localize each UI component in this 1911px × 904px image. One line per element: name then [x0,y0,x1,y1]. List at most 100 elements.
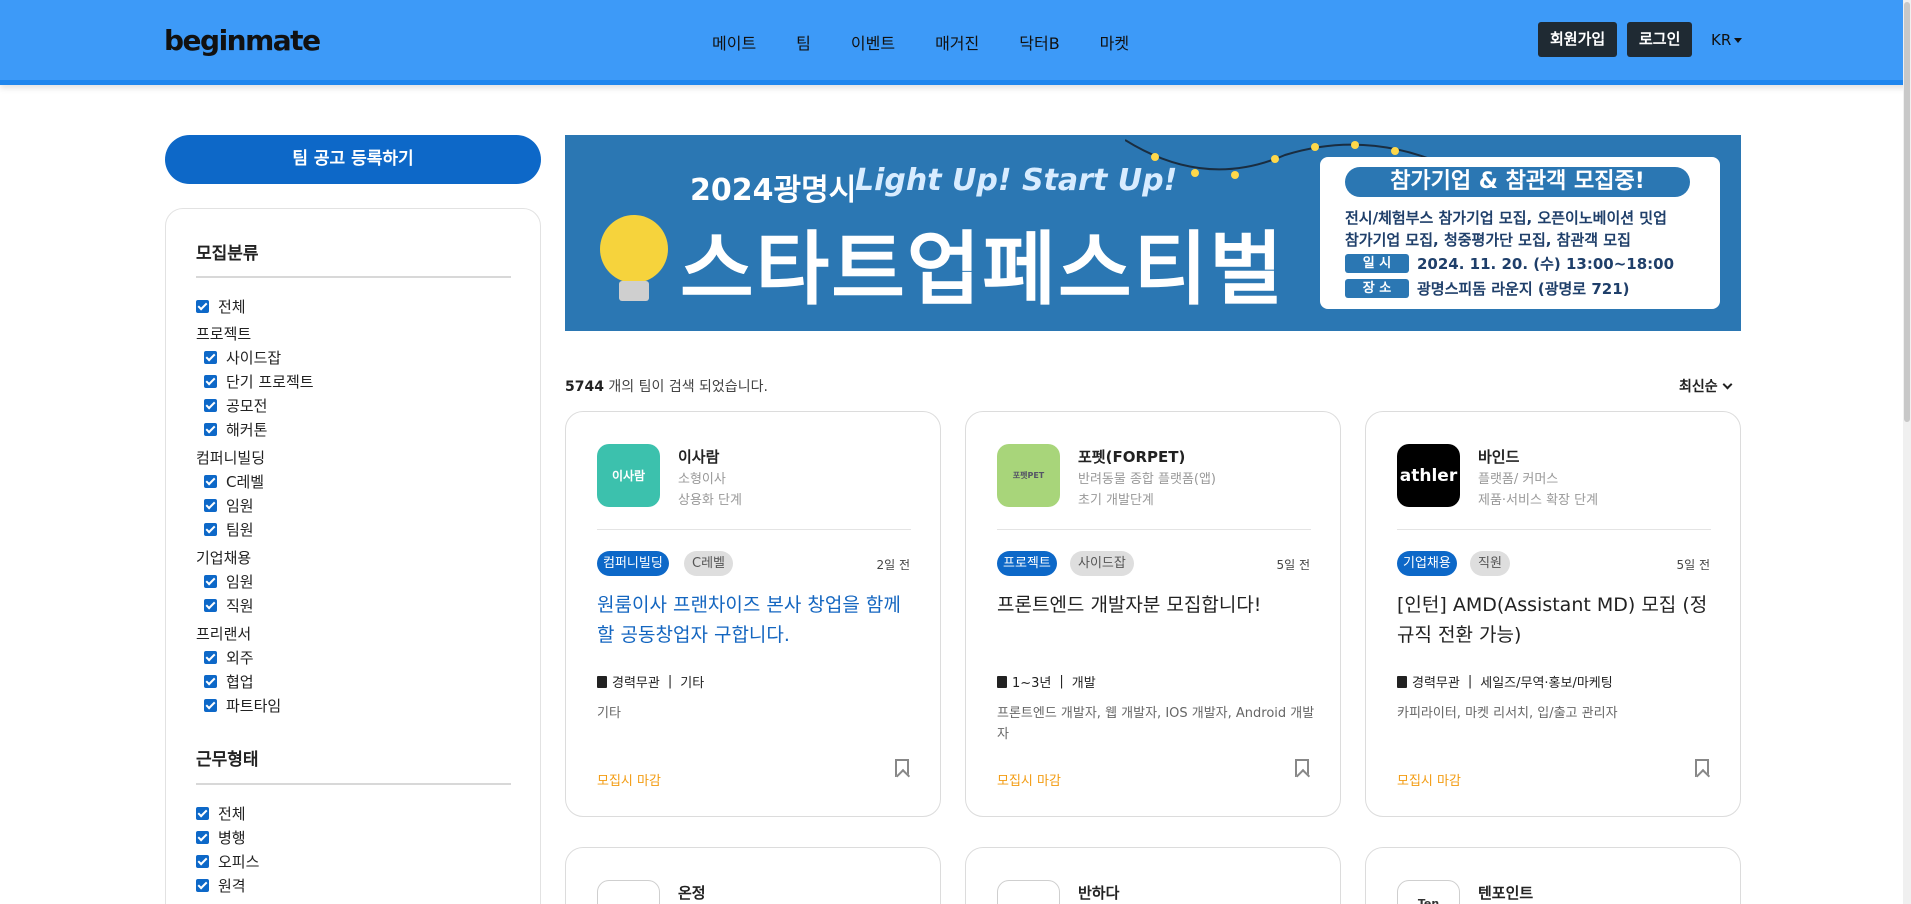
checkbox-icon[interactable] [196,855,209,868]
bookmark-icon[interactable] [1695,759,1709,777]
post-description: 카피라이터, 마켓 리서치, 입/출고 관리자 [1397,706,1618,721]
checkbox-contest[interactable]: 공모전 [204,395,267,416]
checkbox-outsourcing[interactable]: 외주 [204,647,254,668]
checkbox-parttime[interactable]: 파트타임 [204,695,281,716]
separator: | [1059,674,1064,689]
posted-date: 2일 전 [876,558,910,572]
checkbox-icon[interactable] [196,879,209,892]
team-card[interactable]: 이사람 이사람 소형이사 상용화 단계 컴퍼니빌딩 C레벨 2일 전 원룸이사 … [565,411,941,817]
post-meta: 경력무관 | 기타 [597,672,704,691]
nav-item-event[interactable]: 이벤트 [851,30,895,54]
job-field: 개발 [1071,676,1096,691]
bookmark-icon[interactable] [1295,759,1309,777]
checkbox-collaboration[interactable]: 협업 [204,671,254,692]
post-title[interactable]: [인턴] AMD(Assistant MD) 모집 (정규직 전환 가능) [1397,590,1715,650]
checkbox-icon[interactable] [204,523,217,536]
checkbox-icon[interactable] [204,375,217,388]
checkbox-short-project[interactable]: 단기 프로젝트 [204,371,314,392]
event-banner[interactable]: 2024광명시 Light Up! Start Up! 스타트업페스티벌 참가기… [565,135,1741,331]
checkbox-team-member[interactable]: 팀원 [204,519,254,540]
banner-info-box: 참가기업 & 참관객 모집중! 전시/체험부스 참가기업 모집, 오픈이노베이션… [1320,157,1720,309]
nav-item-team[interactable]: 팀 [796,30,811,54]
checkbox-label: 병행 [218,829,246,847]
checkbox-label: 직원 [226,597,254,615]
checkbox-icon[interactable] [204,475,217,488]
checkbox-icon[interactable] [204,675,217,688]
nav-item-market[interactable]: 마켓 [1100,30,1129,54]
checkbox-label: 파트타임 [226,697,282,715]
job-field: 세일즈/무역·홍보/마케팅 [1480,676,1613,691]
top-header: beginmate 메이트 팀 이벤트 매거진 닥터B 마켓 회원가입 로그인 … [0,0,1911,85]
divider [196,783,511,785]
team-card[interactable]: athler 바인드 플랫폼/ 커머스 제품·서비스 확장 단계 기업채용 직원… [1365,411,1741,817]
checkbox-work-all[interactable]: 전체 [196,803,246,824]
page-scrollbar[interactable] [1903,0,1911,904]
team-card[interactable]: 반하다 [965,847,1341,904]
sort-dropdown[interactable]: 최신순 [1679,376,1733,396]
checkbox-hackathon[interactable]: 해커톤 [204,419,267,440]
team-card[interactable]: Ten 텐포인트 [1365,847,1741,904]
team-card[interactable]: 포펫PET 포펫(FORPET) 반려동물 종합 플랫폼(앱) 초기 개발단계 … [965,411,1341,817]
nav-item-mate[interactable]: 메이트 [712,30,756,54]
team-card[interactable]: 온정 [565,847,941,904]
checkbox-parallel[interactable]: 병행 [196,827,246,848]
banner-place-tag: 장 소 [1345,279,1409,298]
work-filter-title: 근무형태 [196,750,259,770]
site-logo[interactable]: beginmate [164,24,321,57]
checkbox-office[interactable]: 오피스 [196,851,259,872]
login-button[interactable]: 로그인 [1627,22,1693,57]
scrollbar-thumb[interactable] [1904,2,1910,422]
experience: 경력무관 [612,676,660,691]
posted-date: 5일 전 [1276,558,1310,572]
divider [597,529,911,530]
checkbox-sidejob[interactable]: 사이드잡 [204,347,281,368]
nav-item-magazine[interactable]: 매거진 [935,30,979,54]
company-logo [997,880,1060,904]
signup-button[interactable]: 회원가입 [1538,22,1618,57]
book-icon [1397,675,1407,688]
checkbox-icon[interactable] [204,599,217,612]
post-title[interactable]: 프론트엔드 개발자분 모집합니다! [997,590,1315,620]
company-category: 플랫폼/ 커머스 [1478,472,1559,487]
checkbox-label: 해커톤 [226,421,268,439]
category-tag: 기업채용 [1397,551,1457,576]
checkbox-icon[interactable] [204,499,217,512]
deadline: 모집시 마감 [997,774,1061,789]
divider [1397,529,1711,530]
checkbox-executive[interactable]: 임원 [204,495,254,516]
bookmark-icon[interactable] [895,759,909,777]
banner-line-2: 참가기업 모집, 청중평가단 모집, 참관객 모집 [1345,231,1631,249]
checkbox-label: 외주 [226,649,254,667]
company-name: 포펫(FORPET) [1078,448,1186,466]
checkbox-icon[interactable] [204,575,217,588]
checkbox-icon[interactable] [204,651,217,664]
checkbox-icon[interactable] [196,300,209,313]
company-category: 소형이사 [678,472,726,487]
register-team-button[interactable]: 팀 공고 등록하기 [165,135,541,184]
checkbox-employee[interactable]: 직원 [204,595,254,616]
checkbox-c-level[interactable]: C레벨 [204,471,264,492]
post-title[interactable]: 원룸이사 프랜차이즈 본사 창업을 함께할 공동창업자 구합니다. [597,590,915,650]
checkbox-icon[interactable] [196,831,209,844]
checkbox-icon[interactable] [204,423,217,436]
experience: 1~3년 [1012,676,1052,691]
checkbox-icon[interactable] [204,699,217,712]
category-tag: 프로젝트 [997,551,1057,576]
company-name: 온정 [678,884,706,902]
checkbox-all[interactable]: 전체 [196,296,246,317]
nav-item-doctorb[interactable]: 닥터B [1019,30,1059,54]
checkbox-icon[interactable] [196,807,209,820]
category-tag: 컴퍼니빌딩 [597,551,669,576]
filter-panel: 모집분류 전체 프로젝트 사이드잡 단기 프로젝트 공모전 해커톤 컴퍼니빌딩 … [165,208,541,904]
checkbox-hiring-executive[interactable]: 임원 [204,571,254,592]
checkbox-icon[interactable] [204,399,217,412]
banner-year: 2024광명시 [690,173,857,208]
checkbox-remote[interactable]: 원격 [196,875,246,896]
checkbox-icon[interactable] [204,351,217,364]
checkbox-label: 공모전 [226,397,268,415]
company-name: 바인드 [1478,448,1520,466]
group-label-freelancer: 프리랜서 [196,625,252,643]
language-select[interactable]: KR [1711,31,1743,49]
checkbox-label: 사이드잡 [226,349,282,367]
recruit-filter-title: 모집분류 [196,244,259,264]
